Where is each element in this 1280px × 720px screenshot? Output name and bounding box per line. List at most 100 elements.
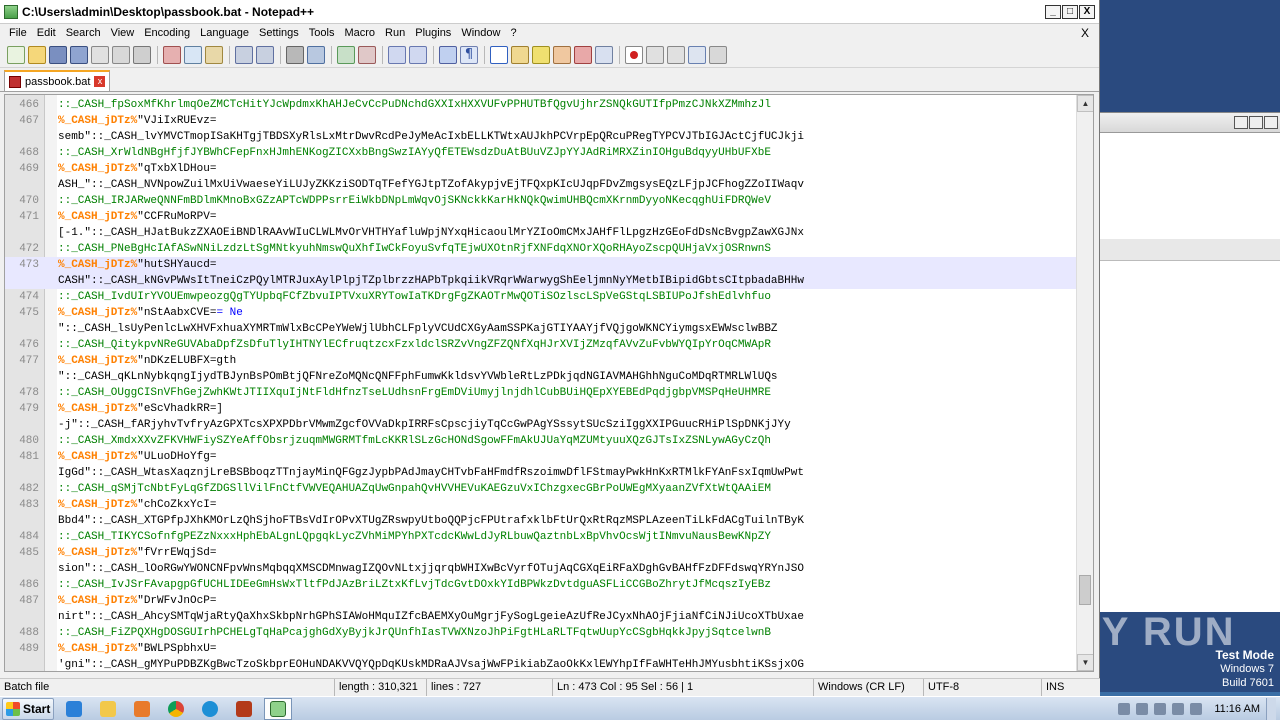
- vertical-scrollbar[interactable]: ▲ ▼: [1076, 95, 1093, 671]
- doc-map-icon[interactable]: [532, 45, 550, 64]
- save-icon[interactable]: [49, 45, 67, 64]
- taskbar-app[interactable]: [230, 698, 258, 720]
- menu-macro[interactable]: Macro: [339, 27, 380, 39]
- menu-run[interactable]: Run: [380, 27, 410, 39]
- code-line[interactable]: 483 %_CASH_jDTz%"chCoZkxYcI=: [5, 497, 1077, 513]
- code-line[interactable]: 468::_CASH_XrWldNBgHfjfJYBWhCFepFnxHJmhE…: [5, 145, 1077, 161]
- zoom-in-icon[interactable]: [337, 45, 355, 64]
- code-line[interactable]: Bbd4"::_CASH_XTGPfpJXhKMOrLzQhSjhoFTBsVd…: [5, 513, 1077, 529]
- code-line[interactable]: CASH"::_CASH_kNGvPWWsItTneiCzPQylMTRJuxA…: [5, 273, 1077, 289]
- code-line[interactable]: 476::_CASH_QitykpvNReGUVAbaDpfZsDfuTlyIH…: [5, 337, 1077, 353]
- scroll-up-icon[interactable]: ▲: [1077, 95, 1093, 112]
- editor[interactable]: 466::_CASH_fpSoxMfKhrlmqOeZMCTcHitYJcWpd…: [4, 94, 1094, 672]
- function-list-icon[interactable]: [553, 45, 571, 64]
- code-line[interactable]: 473 %_CASH_jDTz%"hutSHYaucd=: [5, 257, 1077, 273]
- taskbar-media[interactable]: [128, 698, 156, 720]
- show-all-chars-icon[interactable]: ¶: [460, 45, 478, 64]
- taskbar-explorer[interactable]: [94, 698, 122, 720]
- taskbar-ie[interactable]: [60, 698, 88, 720]
- play-macro-icon[interactable]: [667, 45, 685, 64]
- taskbar-chrome[interactable]: [162, 698, 190, 720]
- action-center-icon[interactable]: [1136, 703, 1149, 715]
- code-line[interactable]: [-1."::_CASH_HJatBukzZXAOEiBNDlRAAvWIuCL…: [5, 225, 1077, 241]
- code-line[interactable]: 466::_CASH_fpSoxMfKhrlmqOeZMCTcHitYJcWpd…: [5, 97, 1077, 113]
- tray-arrow-icon[interactable]: [1118, 703, 1131, 715]
- code-line[interactable]: nirt"::_CASH_AhcySMTqWjaRtyQaXhxSkbpNrhG…: [5, 609, 1077, 625]
- print-icon[interactable]: [133, 45, 151, 64]
- clock[interactable]: 11:16 AM: [1214, 703, 1260, 715]
- menu-tools[interactable]: Tools: [304, 27, 340, 39]
- close-all-icon[interactable]: [112, 45, 130, 64]
- code-line[interactable]: 470::_CASH_IRJARweQNNFmBDlmKMnoBxGZzAPTc…: [5, 193, 1077, 209]
- network-icon[interactable]: [1154, 703, 1167, 715]
- tab-passbook[interactable]: passbook.bat x: [4, 70, 111, 91]
- record-macro-icon[interactable]: [625, 45, 643, 64]
- keyboard-icon[interactable]: [1190, 703, 1203, 715]
- monitoring-icon[interactable]: [595, 45, 613, 64]
- menu-file[interactable]: File: [4, 27, 32, 39]
- scroll-thumb[interactable]: [1079, 575, 1091, 605]
- new-file-icon[interactable]: [7, 45, 25, 64]
- play-multiple-icon[interactable]: [688, 45, 706, 64]
- code-line[interactable]: 479 %_CASH_jDTz%"eScVhadkRR=]: [5, 401, 1077, 417]
- code-line[interactable]: semb"::_CASH_lvYMVCTmopISaKHTgjTBDSXyRls…: [5, 129, 1077, 145]
- code-line[interactable]: sion"::_CASH_lOoRGwYWONCNFpvWnsMqbqqXMSC…: [5, 561, 1077, 577]
- code-line[interactable]: -j"::_CASH_fARjyhvTvfryAzGPXTcsXPXPDbrVM…: [5, 417, 1077, 433]
- taskbar-notepadpp[interactable]: [264, 697, 292, 720]
- open-file-icon[interactable]: [28, 45, 46, 64]
- code-line[interactable]: "::_CASH_qKLnNybkqngIjydTBJynBsPOmBtjQFN…: [5, 369, 1077, 385]
- udl-icon[interactable]: [511, 45, 529, 64]
- code-line[interactable]: 467 %_CASH_jDTz%"VJiIxRUEvz=: [5, 113, 1077, 129]
- code-line[interactable]: 471 %_CASH_jDTz%"CCFRuMoRPV=: [5, 209, 1077, 225]
- code-line[interactable]: 486::_CASH_IvJSrFAvapgpGfUCHLIDEeGmHsWxT…: [5, 577, 1077, 593]
- save-all-icon[interactable]: [70, 45, 88, 64]
- show-desktop-button[interactable]: [1266, 698, 1276, 720]
- minimize-button[interactable]: _: [1045, 5, 1061, 19]
- code-line[interactable]: 488::_CASH_FiZPQXHgDOSGUIrhPCHELgTqHaPca…: [5, 625, 1077, 641]
- code-line[interactable]: 489 %_CASH_jDTz%"BWLPSpbhxU=: [5, 641, 1077, 657]
- redo-icon[interactable]: [256, 45, 274, 64]
- code-line[interactable]: 484::_CASH_TIKYCSofnfgPEZzNxxxHphEbALgnL…: [5, 529, 1077, 545]
- folder-workspace-icon[interactable]: [574, 45, 592, 64]
- word-wrap-icon[interactable]: [439, 45, 457, 64]
- replace-icon[interactable]: [307, 45, 325, 64]
- volume-icon[interactable]: [1172, 703, 1185, 715]
- code-line[interactable]: "::_CASH_lsUyPenlcLwXHVFxhuaXYMRTmWlxBcC…: [5, 321, 1077, 337]
- scroll-down-icon[interactable]: ▼: [1077, 654, 1093, 671]
- undo-icon[interactable]: [235, 45, 253, 64]
- taskbar-edge[interactable]: [196, 698, 224, 720]
- bg-maximize-button[interactable]: [1249, 116, 1263, 129]
- menu-plugins[interactable]: Plugins: [410, 27, 456, 39]
- menu-help[interactable]: ?: [505, 27, 521, 39]
- code-line[interactable]: 472::_CASH_PNeBgHcIAfASwNNiLzdzLtSgMNtky…: [5, 241, 1077, 257]
- tab-close-icon[interactable]: x: [94, 76, 106, 87]
- paste-icon[interactable]: [205, 45, 223, 64]
- menu-edit[interactable]: Edit: [32, 27, 61, 39]
- code-line[interactable]: 469 %_CASH_jDTz%"qTxbXlDHou=: [5, 161, 1077, 177]
- code-line[interactable]: 478::_CASH_OUggCISnVFhGejZwhKWtJTIIXquIj…: [5, 385, 1077, 401]
- save-macro-icon[interactable]: [709, 45, 727, 64]
- code-line[interactable]: 474::_CASH_IvdUIrYVOUEmwpeozgQgTYUpbqFCf…: [5, 289, 1077, 305]
- code-line[interactable]: 485 %_CASH_jDTz%"fVrrEWqjSd=: [5, 545, 1077, 561]
- menu-encoding[interactable]: Encoding: [139, 27, 195, 39]
- code-line[interactable]: 480::_CASH_XmdxXXvZFKVHWFiySZYeAffObsrjz…: [5, 433, 1077, 449]
- menu-view[interactable]: View: [106, 27, 140, 39]
- copy-icon[interactable]: [184, 45, 202, 64]
- close-file-icon[interactable]: [91, 45, 109, 64]
- code-line[interactable]: 482::_CASH_qSMjTcNbtFyLqGfZDGSllVilFnCtf…: [5, 481, 1077, 497]
- menu-search[interactable]: Search: [61, 27, 106, 39]
- indent-guide-icon[interactable]: [490, 45, 508, 64]
- code-line[interactable]: IgGd"::_CASH_WtasXaqznjLreBSBboqzTTnjayM…: [5, 465, 1077, 481]
- close-document-button[interactable]: X: [1081, 26, 1089, 40]
- menu-language[interactable]: Language: [195, 27, 254, 39]
- zoom-out-icon[interactable]: [358, 45, 376, 64]
- bg-minimize-button[interactable]: [1234, 116, 1248, 129]
- bg-close-button[interactable]: [1264, 116, 1278, 129]
- code-line[interactable]: 475 %_CASH_jDTz%"nStAabxCVE== Ne: [5, 305, 1077, 321]
- sync-horizontal-icon[interactable]: [409, 45, 427, 64]
- maximize-button[interactable]: □: [1062, 5, 1078, 19]
- menu-settings[interactable]: Settings: [254, 27, 304, 39]
- find-icon[interactable]: [286, 45, 304, 64]
- code-line[interactable]: 481 %_CASH_jDTz%"ULuoDHoYfg=: [5, 449, 1077, 465]
- code-line[interactable]: 477 %_CASH_jDTz%"nDKzELUBFX=gth: [5, 353, 1077, 369]
